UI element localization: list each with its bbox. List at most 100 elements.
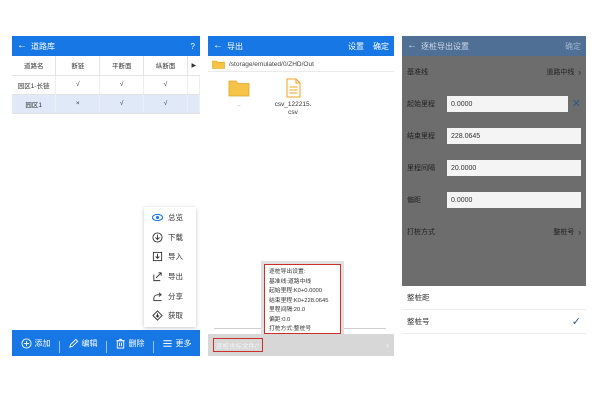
column-header-profile-section[interactable]: 纵断面 bbox=[143, 56, 188, 76]
chevron-right-icon: › bbox=[386, 340, 389, 350]
file-item-name: csv_122215. csv bbox=[274, 101, 312, 117]
end-mileage-input[interactable]: 228.0645 bbox=[447, 128, 581, 144]
menu-item-label: 总览 bbox=[168, 213, 183, 223]
menu-item-share[interactable]: 分享 bbox=[144, 286, 196, 306]
info-line: 基准线:道路中线 bbox=[269, 278, 312, 285]
back-arrow-icon[interactable]: ← bbox=[17, 41, 27, 51]
file-type-selector[interactable]: 逐桩坐标文件(* › bbox=[208, 334, 394, 356]
menu-item-label: 获取 bbox=[168, 311, 183, 321]
row-label: 里程间隔 bbox=[407, 165, 435, 172]
export-screen: ← 导出 设置 确定 /storage/emulated/0/ZHD/Out .… bbox=[208, 36, 394, 356]
row-label: 基准线 bbox=[407, 69, 428, 76]
start-mileage-input[interactable]: 0.0000 bbox=[447, 96, 568, 112]
back-arrow-icon[interactable]: ← bbox=[213, 41, 223, 51]
cell-chain-break: √ bbox=[55, 75, 101, 95]
mileage-interval-input[interactable]: 20.0000 bbox=[447, 160, 581, 176]
current-path-text: /storage/emulated/0/ZHD/Out bbox=[229, 61, 314, 68]
row-label: 结束里程 bbox=[407, 133, 435, 140]
cell-chain-break: × bbox=[55, 94, 101, 114]
delete-button-label: 删除 bbox=[128, 338, 145, 348]
export-appbar: ← 导出 设置 确定 bbox=[208, 36, 394, 56]
road-table: 道路名 断链 平断面 纵断面 ▶ 园区1-长链 √ √ √ 园区1 × √ √ bbox=[12, 56, 200, 114]
row-label: 打桩方式 bbox=[407, 229, 435, 236]
road-library-action-bar: 添加 编辑 删除 更多 bbox=[12, 330, 200, 356]
end-mileage-row: 结束里程 228.0645 bbox=[402, 120, 586, 152]
delete-icon bbox=[115, 338, 126, 349]
menu-item-import[interactable]: 导入 bbox=[144, 247, 196, 267]
download-icon bbox=[151, 231, 163, 243]
page-title: 逐桩导出设置 bbox=[421, 41, 469, 51]
file-list: .. csv_122215. csv bbox=[208, 72, 394, 117]
option-label: 整桩距 bbox=[407, 293, 430, 302]
road-library-screen: ← 道路库 ? 道路名 断链 平断面 纵断面 ▶ 园区1-长链 √ √ √ 园区… bbox=[12, 36, 200, 356]
cell-road-name: 园区1 bbox=[12, 94, 57, 114]
fetch-icon bbox=[151, 310, 163, 322]
option-whole-stake-number[interactable]: 整桩号 ✓ bbox=[402, 310, 586, 334]
edit-icon bbox=[68, 338, 79, 349]
more-icon bbox=[162, 338, 173, 349]
help-button[interactable]: ? bbox=[191, 42, 195, 51]
checkmark-icon: ✓ bbox=[571, 316, 581, 328]
settings-button[interactable]: 设置 bbox=[348, 41, 364, 52]
menu-item-label: 分享 bbox=[168, 291, 183, 301]
row-label: 起始里程 bbox=[407, 101, 435, 108]
menu-item-export[interactable]: 导出 bbox=[144, 267, 196, 287]
add-button-label: 添加 bbox=[34, 338, 51, 348]
staking-mode-value: 整桩号 bbox=[553, 229, 575, 236]
baseline-row[interactable]: 基准线 道路中线 › bbox=[402, 56, 586, 88]
cell-road-name: 园区1-长链 bbox=[12, 75, 57, 95]
cell-extra bbox=[187, 94, 200, 114]
more-button-label: 更多 bbox=[175, 338, 192, 348]
start-mileage-row: 起始里程 0.0000 ✕ bbox=[402, 88, 586, 120]
export-settings-info-popup: 逐桩导出设置: 基准线:道路中线 起始里程:K0+0.0000 结束里程:K0+… bbox=[264, 264, 341, 334]
staking-mode-options-sheet: 整桩距 整桩号 ✓ bbox=[402, 286, 586, 356]
edit-button-label: 编辑 bbox=[81, 338, 98, 348]
staking-mode-row[interactable]: 打桩方式 整桩号 › bbox=[402, 216, 586, 248]
export-icon bbox=[151, 271, 163, 283]
menu-item-label: 导入 bbox=[168, 252, 183, 262]
share-icon bbox=[151, 290, 163, 302]
mileage-interval-row: 里程间隔 20.0000 bbox=[402, 152, 586, 184]
table-row-selected[interactable]: 园区1 × √ √ bbox=[12, 94, 200, 114]
delete-button[interactable]: 删除 bbox=[106, 338, 153, 353]
scroll-right-icon[interactable]: ▶ bbox=[187, 56, 200, 76]
cell-profile-section: √ bbox=[143, 75, 188, 95]
info-line: 里程间隔:20.0 bbox=[269, 307, 306, 313]
eye-icon bbox=[151, 212, 163, 224]
page-title: 导出 bbox=[227, 41, 243, 51]
folder-icon bbox=[228, 80, 250, 97]
add-icon bbox=[20, 337, 32, 349]
clear-icon[interactable]: ✕ bbox=[572, 98, 581, 110]
info-line: 结束里程:K0+228.0645 bbox=[269, 297, 329, 304]
table-row[interactable]: 园区1-长链 √ √ √ bbox=[12, 75, 200, 95]
confirm-button[interactable]: 确定 bbox=[373, 41, 389, 52]
road-library-appbar: ← 道路库 ? bbox=[12, 36, 200, 56]
settings-appbar: ← 逐桩导出设置 确定 bbox=[402, 36, 586, 56]
stake-export-settings-screen: ← 逐桩导出设置 确定 基准线 道路中线 › 起始里程 0.0000 ✕ 结束里… bbox=[402, 36, 586, 356]
file-item-parent-folder[interactable]: .. bbox=[216, 78, 262, 117]
menu-item-download[interactable]: 下载 bbox=[144, 228, 196, 248]
file-item-name: .. bbox=[237, 101, 241, 108]
back-arrow-icon[interactable]: ← bbox=[407, 41, 417, 51]
table-header-row: 道路名 断链 平断面 纵断面 ▶ bbox=[12, 56, 200, 76]
menu-item-fetch[interactable]: 获取 bbox=[144, 306, 196, 326]
edit-button[interactable]: 编辑 bbox=[59, 338, 106, 353]
cell-plan-section: √ bbox=[99, 75, 145, 95]
add-button[interactable]: 添加 bbox=[12, 337, 59, 349]
option-whole-stake-distance[interactable]: 整桩距 bbox=[402, 286, 586, 310]
offset-input[interactable]: 0.0000 bbox=[447, 192, 581, 208]
dimmed-settings-overlay: ← 逐桩导出设置 确定 基准线 道路中线 › 起始里程 0.0000 ✕ 结束里… bbox=[402, 36, 586, 286]
confirm-button[interactable]: 确定 bbox=[565, 41, 581, 52]
column-header-plan-section[interactable]: 平断面 bbox=[99, 56, 145, 76]
more-popup-menu: 总览 下载 导入 导出 分享 获取 bbox=[144, 207, 196, 327]
cell-profile-section: √ bbox=[143, 94, 188, 114]
column-header-chain-break[interactable]: 断链 bbox=[55, 56, 101, 76]
menu-item-overview[interactable]: 总览 bbox=[144, 208, 196, 228]
import-icon bbox=[151, 251, 163, 263]
chevron-right-icon: › bbox=[578, 67, 581, 77]
column-header-road-name[interactable]: 道路名 bbox=[12, 56, 57, 76]
menu-item-label: 导出 bbox=[168, 272, 183, 282]
folder-icon bbox=[212, 60, 225, 69]
file-item-csv[interactable]: csv_122215. csv bbox=[270, 78, 316, 117]
more-button[interactable]: 更多 bbox=[153, 338, 200, 353]
